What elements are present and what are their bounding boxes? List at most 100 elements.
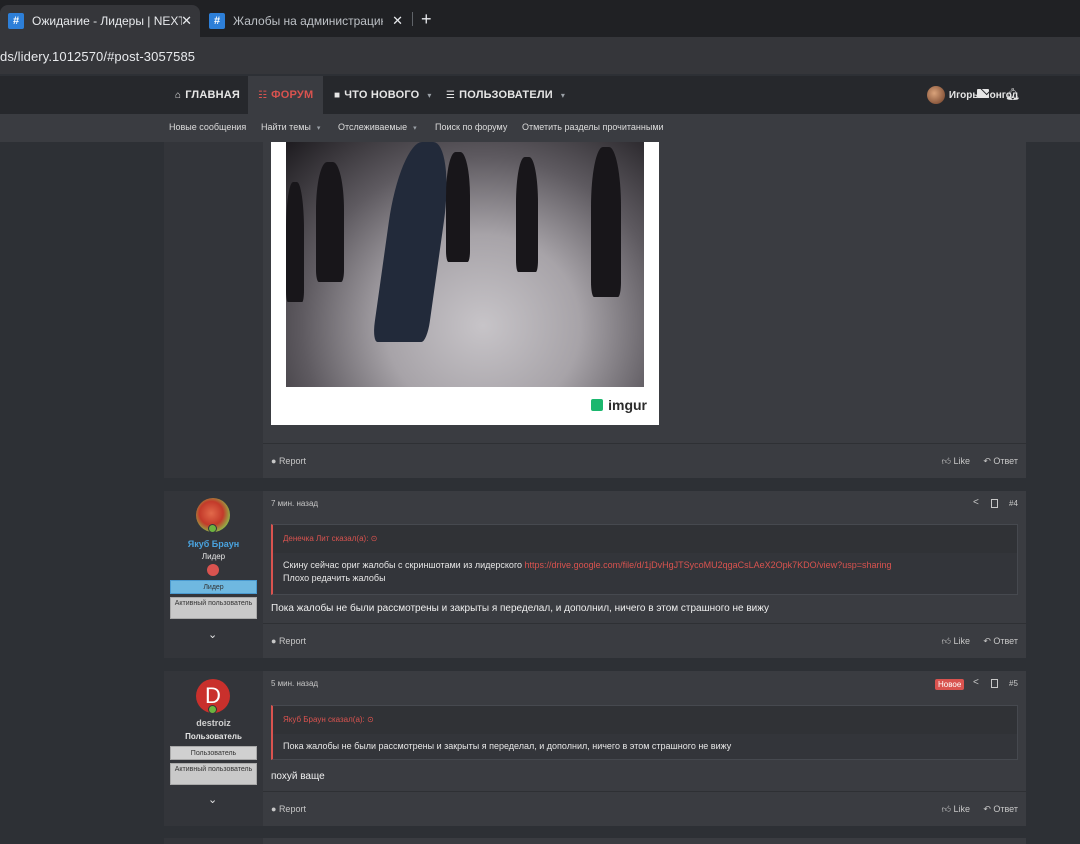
nav-home-label: Главная (185, 89, 241, 101)
nav-users[interactable]: ☰ Пользователи ▾ (446, 76, 565, 114)
avatar[interactable] (926, 86, 945, 104)
report-label: Report (278, 456, 306, 466)
quote-link-icon: ⊙ (370, 534, 378, 543)
embedded-photo[interactable] (286, 142, 644, 387)
browser-tab-active[interactable]: # Ожидание - Лидеры | NEXTRP ✕ (0, 5, 200, 37)
nav-users-label: Пользователи (459, 89, 553, 101)
chat-icon: ■ (334, 89, 341, 101)
report-link[interactable]: ● Report (271, 456, 306, 466)
reply-label: Ответ (993, 456, 1018, 466)
subnav-find-threads[interactable]: Найти темы ▾ (261, 122, 320, 132)
post: imgur ● Report 👍︎ Like ↶ Ответ (164, 142, 1026, 478)
nav-whats-new[interactable]: ■ Что нового ▾ (334, 76, 432, 114)
report-icon: ● (271, 456, 279, 466)
share-icon[interactable]: < (973, 677, 979, 688)
address-bar[interactable]: ds/lidery.1012570/#post-3057585 (0, 37, 1080, 74)
tab-title: Ожидание - Лидеры | NEXTRP (32, 14, 182, 28)
imgur-icon (591, 399, 604, 411)
share-icon[interactable]: < (973, 497, 979, 508)
subnav-search-forum[interactable]: Поиск по форуму (435, 122, 507, 132)
reply-button[interactable]: ↶ Ответ (983, 636, 1018, 647)
embedded-image[interactable]: imgur (271, 142, 659, 425)
post-number[interactable]: #4 (1009, 499, 1018, 508)
chevron-down-icon[interactable]: ▾ (427, 91, 431, 100)
subnav-new-posts[interactable]: Новые сообщения (169, 122, 246, 132)
report-link[interactable]: ● Report (271, 636, 306, 646)
nav-forum-label: Форум (271, 89, 314, 101)
post-author[interactable]: Якуб Браун (164, 539, 263, 549)
quote-author-label: Якуб Браун сказал(а): (283, 715, 365, 724)
quote-text-line2: Плохо редачить жалобы (283, 573, 386, 583)
quote-author-label: Денечка Лит сказал(а): (283, 534, 369, 543)
bookmark-icon[interactable] (991, 679, 998, 688)
post-user-pane (164, 142, 263, 478)
photo-figure (316, 162, 344, 282)
reply-button[interactable]: ↶ Ответ (983, 456, 1018, 467)
user-title: Пользователь (185, 732, 242, 741)
quote-link-icon: ⊙ (367, 715, 374, 724)
photo-figure (371, 142, 456, 342)
imgur-text: imgur (608, 397, 647, 413)
reply-label: Ответ (993, 636, 1018, 646)
user-badge: Пользователь (170, 746, 257, 760)
nav-home[interactable]: ⌂ Главная (175, 76, 240, 114)
bell-icon[interactable]: 🔔︎ (1005, 87, 1020, 101)
post-user-pane: Якуб Браун Лидер Лидер Активный пользова… (164, 491, 263, 658)
reply-icon: ↶ (983, 456, 994, 466)
photo-figure (286, 182, 304, 302)
post-footer: ● Report 👍︎ Like ↶ Ответ (263, 443, 1026, 478)
like-button[interactable]: 👍︎ Like (942, 636, 970, 647)
forum-favicon-icon: # (209, 13, 225, 29)
user-badge: Активный пользователь (170, 597, 257, 619)
post-number[interactable]: #5 (1009, 679, 1018, 688)
reply-label: Ответ (993, 804, 1018, 814)
chevron-down-icon[interactable]: ▾ (561, 91, 565, 100)
quote-block: Денечка Лит сказал(а): ⊙ Скину сейчас ор… (271, 524, 1018, 595)
photo-figure (516, 157, 538, 272)
report-icon: ● (271, 636, 279, 646)
chevron-down-icon[interactable]: ⌄ (208, 628, 217, 641)
reply-button[interactable]: ↶ Ответ (983, 804, 1018, 815)
quote-link[interactable]: https://drive.google.com/file/d/1jDvHgJT… (525, 560, 892, 570)
quote-author[interactable]: Денечка Лит сказал(а): ⊙ (273, 525, 1017, 553)
post-body: 5 мин. назад Новое < #5 Якуб Браун сказа… (263, 671, 1026, 826)
mail-icon[interactable] (977, 89, 989, 98)
subnav-mark-read[interactable]: Отметить разделы прочитанными (522, 122, 664, 132)
browser-tab-bar: # Ожидание - Лидеры | NEXTRP ✕ # Жалобы … (0, 0, 1080, 37)
photo-figure (446, 152, 470, 262)
report-label: Report (278, 804, 306, 814)
post-time[interactable]: 5 мин. назад (271, 679, 318, 688)
forum-icon: ☷ (258, 89, 268, 101)
forum-favicon-icon: # (8, 13, 24, 29)
close-tab-icon[interactable]: ✕ (392, 13, 403, 29)
home-icon: ⌂ (175, 89, 182, 101)
subnav-watched[interactable]: Отслеживаемые ▾ (338, 122, 417, 132)
like-button[interactable]: 👍︎ Like (942, 804, 970, 815)
thumbs-up-icon: 👍︎ (941, 456, 954, 466)
post-author[interactable]: destroiz (164, 718, 263, 728)
tab-title: Жалобы на администрацию се (233, 14, 383, 28)
report-link[interactable]: ● Report (271, 804, 306, 814)
like-button[interactable]: 👍︎ Like (942, 456, 970, 467)
post (164, 838, 1026, 844)
new-tab-icon[interactable]: + (421, 9, 432, 30)
post-time[interactable]: 7 мин. назад (271, 499, 318, 508)
browser-tab[interactable]: # Жалобы на администрацию се ✕ (201, 5, 411, 37)
chevron-down-icon: ▾ (413, 125, 417, 132)
thumbs-up-icon: 👍︎ (941, 804, 954, 814)
close-tab-icon[interactable]: ✕ (181, 13, 192, 29)
site-navigation: ⌂ Главная ☷ Форум ■ Что нового ▾ ☰ Польз… (0, 76, 1080, 114)
post-message: Пока жалобы не были рассмотрены и закрыт… (271, 603, 770, 614)
quote-author[interactable]: Якуб Браун сказал(а): ⊙ (273, 706, 1017, 734)
quote-text: Скину сейчас ориг жалобы с скриншотами и… (273, 553, 1017, 591)
subnav-watched-label: Отслеживаемые (338, 122, 408, 132)
report-icon: ● (271, 804, 279, 814)
online-status-icon (208, 524, 217, 533)
chevron-down-icon[interactable]: ⌄ (208, 793, 217, 806)
nav-forum[interactable]: ☷ Форум (248, 76, 324, 114)
bookmark-icon[interactable] (991, 499, 998, 508)
post-body: imgur ● Report 👍︎ Like ↶ Ответ (263, 142, 1026, 478)
leader-rank-icon (207, 564, 219, 576)
user-badge: Активный пользователь (170, 763, 257, 785)
url-text[interactable]: ds/lidery.1012570/#post-3057585 (0, 49, 195, 64)
